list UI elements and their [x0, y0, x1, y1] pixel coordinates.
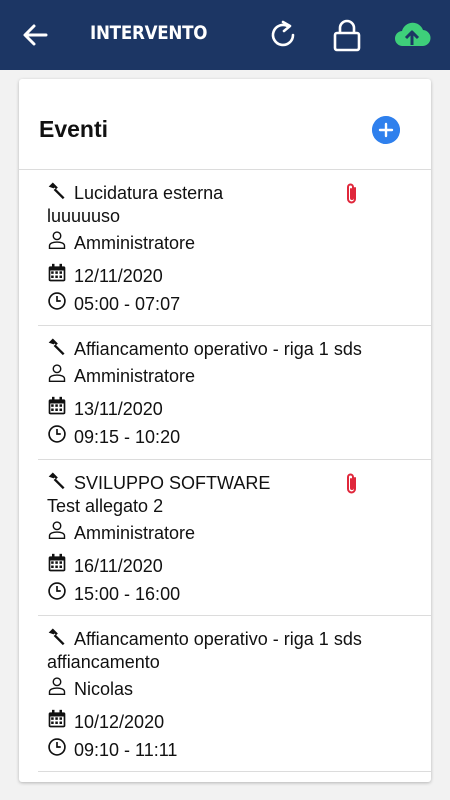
event-date: 16/11/2020 — [74, 556, 163, 576]
event-title: Lucidatura esterna — [74, 183, 224, 203]
lock-icon[interactable] — [330, 18, 364, 52]
user-icon — [48, 231, 66, 250]
event-user: Amministratore — [74, 233, 196, 253]
clock-icon — [48, 425, 66, 443]
cloud-upload-icon[interactable] — [392, 18, 432, 52]
paperclip-icon[interactable] — [343, 472, 363, 496]
event-subtitle: Test allegato 2 — [47, 496, 164, 516]
clock-icon — [48, 738, 66, 756]
hammer-icon — [48, 338, 65, 356]
event-user: Amministratore — [74, 366, 196, 386]
clock-icon — [48, 582, 66, 600]
calendar-icon — [48, 553, 66, 572]
event-title: Affiancamento operativo - riga 1 sds — [74, 629, 362, 649]
event-title: Affiancamento operativo - riga 1 sds — [74, 339, 362, 359]
event-date: 13/11/2020 — [74, 399, 163, 419]
events-card-header: Eventi — [19, 79, 431, 170]
event-user: Nicolas — [74, 679, 134, 699]
refresh-icon[interactable] — [266, 18, 300, 52]
event-date: 12/11/2020 — [74, 266, 163, 286]
user-icon — [48, 677, 66, 696]
event-user: Amministratore — [74, 523, 196, 543]
event-item[interactable]: Lucidatura esterna luuuuuso Amministrato… — [38, 170, 431, 326]
hammer-icon — [48, 628, 65, 646]
add-event-button[interactable] — [372, 116, 400, 144]
event-date: 10/12/2020 — [74, 712, 165, 732]
calendar-icon — [48, 263, 66, 282]
event-time: 09:15 - 10:20 — [74, 427, 181, 447]
calendar-icon — [48, 396, 66, 415]
arrow-left-icon[interactable] — [22, 22, 48, 48]
event-subtitle: affiancamento — [47, 652, 160, 672]
clock-icon — [48, 292, 66, 310]
events-card: Eventi Lucidatura esterna luuuuuso Ammin… — [19, 79, 431, 782]
event-item[interactable]: Affiancamento operativo - riga 1 sds Amm… — [38, 326, 431, 460]
user-icon — [48, 521, 66, 540]
event-item[interactable]: SVILUPPO SOFTWARE Test allegato 2 Ammini… — [38, 460, 431, 616]
event-subtitle: luuuuuso — [47, 206, 121, 226]
event-time: 05:00 - 07:07 — [74, 294, 181, 314]
paperclip-icon[interactable] — [343, 182, 363, 206]
hammer-icon — [48, 472, 65, 490]
user-icon — [48, 364, 66, 383]
event-title: SVILUPPO SOFTWARE — [74, 473, 271, 493]
calendar-icon — [48, 709, 66, 728]
events-title: Eventi — [39, 116, 109, 142]
event-time: 15:00 - 16:00 — [74, 584, 181, 604]
event-time: 09:10 - 11:11 — [74, 740, 178, 760]
event-item[interactable]: Affiancamento operativo - riga 1 sds aff… — [38, 616, 431, 772]
page-title: INTERVENTO — [90, 22, 208, 44]
app-header: INTERVENTO — [0, 0, 450, 70]
hammer-icon — [48, 182, 65, 200]
